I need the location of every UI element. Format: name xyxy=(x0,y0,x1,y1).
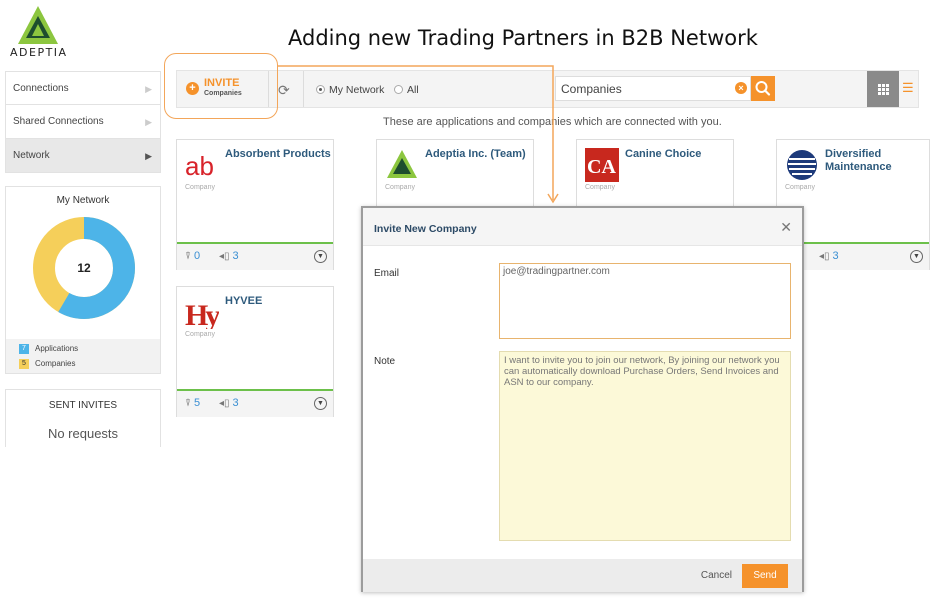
grid-view-button[interactable] xyxy=(867,71,899,107)
sent-invites-panel: SENT INVITES No requests xyxy=(5,389,161,447)
card-companies-count[interactable]: ◂▯ 3 xyxy=(219,250,239,262)
sidebar-item-connections[interactable]: Connections ▶ xyxy=(5,71,161,105)
sent-invites-empty: No requests xyxy=(47,426,119,441)
network-total: 12 xyxy=(77,261,91,275)
absorbent-products-logo: ab xyxy=(185,148,219,182)
dialog-header: Invite New Company ✕ xyxy=(363,208,802,246)
clear-search-icon[interactable]: × xyxy=(735,82,747,94)
legend-label: Companies xyxy=(35,359,76,369)
invite-highlight-callout xyxy=(164,53,278,119)
companies-icon: ◂▯ xyxy=(219,398,230,409)
canine-choice-logo: CA xyxy=(585,148,619,182)
diversified-maintenance-logo xyxy=(785,148,819,182)
my-network-panel: My Network 12 7 Applications 5 Companies xyxy=(5,186,161,374)
invite-company-dialog: Invite New Company ✕ Email joe@tradingpa… xyxy=(361,206,804,592)
card-companies-count[interactable]: ◂▯ 3 xyxy=(819,250,839,262)
card-applications-count[interactable]: ⍒ 5 xyxy=(185,397,200,409)
sent-invites-title: SENT INVITES xyxy=(48,400,118,411)
cancel-button[interactable]: Cancel xyxy=(701,570,732,581)
legend-count: 7 xyxy=(19,344,29,354)
email-label: Email xyxy=(374,268,400,279)
card-company-type: Company xyxy=(585,184,615,191)
search-input[interactable]: Companies xyxy=(555,76,751,101)
adeptia-logo-mark xyxy=(18,6,58,44)
close-icon[interactable]: ✕ xyxy=(780,219,792,236)
companies-count: 3 xyxy=(232,397,239,409)
legend-companies: 5 Companies xyxy=(19,359,75,369)
grid-icon xyxy=(878,84,889,95)
legend-count: 5 xyxy=(19,359,29,369)
applications-icon: ⍒ xyxy=(185,398,191,409)
network-legend: 7 Applications 5 Companies xyxy=(6,339,160,373)
email-field[interactable]: joe@tradingpartner.com xyxy=(499,263,791,339)
page-headline: Adding new Trading Partners in B2B Netwo… xyxy=(288,26,758,50)
card-company-type: Company xyxy=(785,184,815,191)
sidebar-item-shared-connections[interactable]: Shared Connections ▶ xyxy=(5,105,161,139)
svg-text:ab: ab xyxy=(185,151,214,181)
applications-icon: ⍒ xyxy=(185,251,191,262)
companies-count: 3 xyxy=(832,250,839,262)
dialog-footer: Cancel Send xyxy=(363,559,802,592)
legend-label: Applications xyxy=(35,344,79,354)
card-company-type: Company xyxy=(185,184,215,191)
list-view-icon[interactable]: ☰ xyxy=(902,80,914,96)
card-menu-icon[interactable]: ▼ xyxy=(314,250,327,263)
network-donut-chart: 12 xyxy=(33,217,135,319)
search-button[interactable] xyxy=(751,76,775,101)
brand-name: ADEPTIA xyxy=(10,46,68,59)
card-applications-count[interactable]: ⍒ 0 xyxy=(185,250,200,262)
card-company-name[interactable]: Canine Choice xyxy=(625,148,733,161)
sidebar-item-label: Connections xyxy=(13,83,69,94)
sidebar-item-network[interactable]: Network ▶ xyxy=(5,139,161,173)
my-network-title: My Network xyxy=(56,195,110,206)
annotation-arrow xyxy=(278,65,559,204)
svg-text:CA: CA xyxy=(587,156,616,178)
card-menu-icon[interactable]: ▼ xyxy=(910,250,923,263)
applications-count: 5 xyxy=(194,397,201,409)
card-company-name[interactable]: Diversified Maintenance xyxy=(825,148,933,174)
sidebar-item-label: Network xyxy=(13,150,50,161)
note-field[interactable]: I want to invite you to join our network… xyxy=(499,351,791,541)
svg-text:Hy: Hy xyxy=(185,299,219,329)
note-label: Note xyxy=(374,356,396,367)
dialog-title: Invite New Company xyxy=(374,223,477,235)
chevron-right-icon: ▶ xyxy=(145,84,152,94)
hyvee-logo: Hy xyxy=(185,295,223,332)
card-footer: ⍒ 0 ◂▯ 3 ▼ xyxy=(177,244,333,270)
card-company-name[interactable]: HYVEE xyxy=(225,295,333,308)
legend-applications: 7 Applications xyxy=(19,344,78,354)
companies-count: 3 xyxy=(232,250,239,262)
companies-icon: ◂▯ xyxy=(819,251,830,262)
company-card-hyvee[interactable]: Hy HYVEE Company ⍒ 5 ◂▯ 3 ▼ xyxy=(176,286,334,417)
sidebar-item-label: Shared Connections xyxy=(13,116,104,127)
chevron-right-icon: ▶ xyxy=(145,151,152,161)
applications-count: 0 xyxy=(194,250,201,262)
card-menu-icon[interactable]: ▼ xyxy=(314,397,327,410)
card-companies-count[interactable]: ◂▯ 3 xyxy=(219,397,239,409)
card-footer: ⍒ 5 ◂▯ 3 ▼ xyxy=(177,391,333,417)
send-button[interactable]: Send xyxy=(742,564,788,588)
search-icon xyxy=(755,81,771,96)
adeptia-logo: ADEPTIA xyxy=(10,6,66,60)
companies-icon: ◂▯ xyxy=(219,251,230,262)
chevron-right-icon: ▶ xyxy=(145,117,152,127)
card-company-type: Company xyxy=(185,331,215,338)
